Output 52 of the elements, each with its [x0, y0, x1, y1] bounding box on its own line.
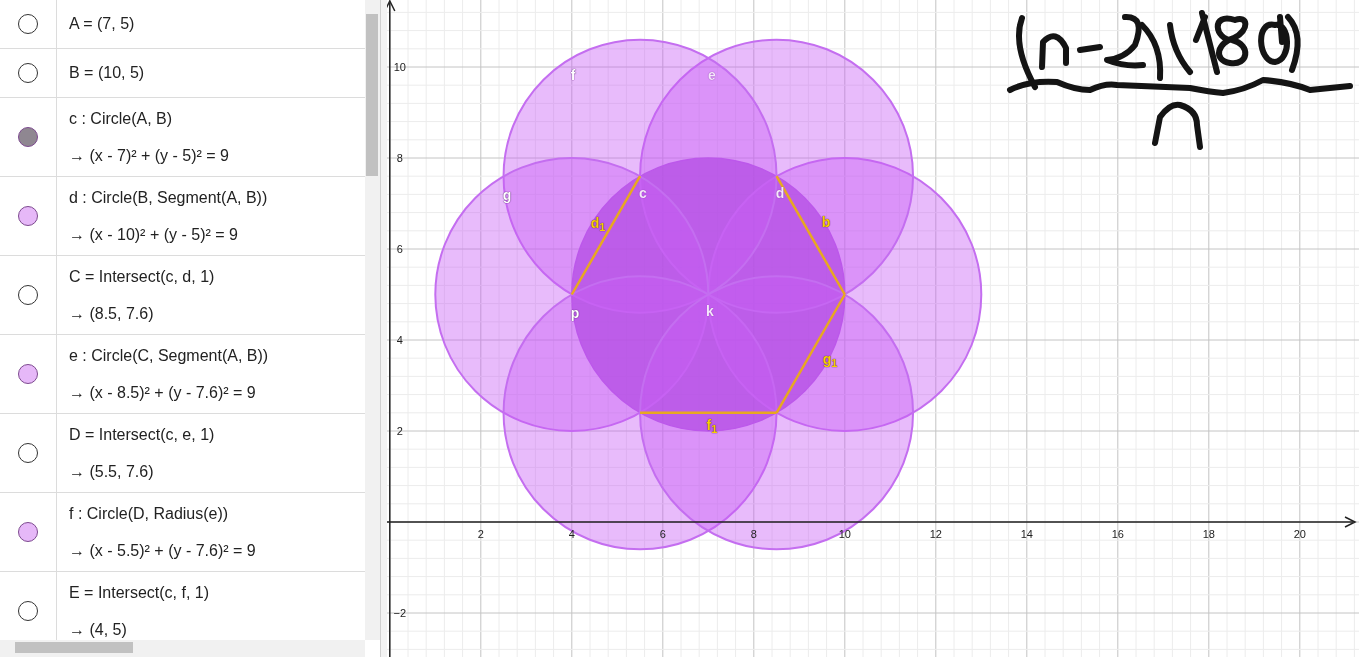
object-value: → (x - 8.5)² + (y - 7.6)² = 9 — [69, 383, 257, 402]
object-label[interactable]: g — [502, 187, 512, 203]
tick-label: 16 — [1111, 528, 1124, 540]
tick-label: 6 — [659, 528, 666, 540]
tick-label: 4 — [568, 528, 575, 540]
object-definition[interactable]: c : Circle(A, B) — [69, 109, 229, 128]
tick-label: 8 — [750, 528, 757, 540]
object-value: → (5.5, 7.6) — [69, 462, 155, 481]
tick-label: 6 — [396, 243, 403, 255]
object-value: → (4, 5) — [69, 620, 128, 639]
object-label[interactable]: d$_{1}$ — [590, 215, 606, 233]
visibility-toggle[interactable] — [18, 206, 38, 226]
tick-label: 10 — [393, 61, 406, 73]
tick-label: 4 — [396, 334, 403, 346]
object-definition[interactable]: D = Intersect(c, e, 1) — [69, 425, 215, 444]
horizontal-scrollbar[interactable] — [0, 640, 365, 657]
object-definition[interactable]: B = (10, 5) — [69, 64, 145, 82]
visibility-toggle[interactable] — [18, 443, 38, 463]
visibility-toggle[interactable] — [18, 285, 38, 305]
object-value: → (8.5, 7.6) — [69, 304, 155, 323]
object-definition[interactable]: e : Circle(C, Segment(A, B)) — [69, 346, 269, 365]
object-label[interactable]: f$_{1}$ — [706, 417, 718, 435]
tick-label: 8 — [396, 152, 403, 164]
object-definition[interactable]: f : Circle(D, Radius(e)) — [69, 504, 256, 523]
visibility-toggle[interactable] — [18, 364, 38, 384]
object-value: → (x - 7)² + (y - 5)² = 9 — [69, 146, 229, 165]
object-definition[interactable]: d : Circle(B, Segment(A, B)) — [69, 188, 268, 207]
tick-label: −2 — [393, 607, 407, 619]
object-label[interactable]: k — [706, 303, 714, 319]
visibility-toggle[interactable] — [18, 127, 38, 147]
object-label[interactable]: e — [708, 67, 716, 83]
object-label[interactable]: g$_{1}$ — [822, 351, 838, 369]
visibility-toggle[interactable] — [18, 601, 38, 621]
object-label[interactable]: c — [639, 185, 647, 201]
object-value: → (x - 5.5)² + (y - 7.6)² = 9 — [69, 541, 256, 560]
vertical-scrollbar[interactable] — [365, 0, 380, 640]
visibility-toggle[interactable] — [18, 63, 38, 83]
object-definition[interactable]: C = Intersect(c, d, 1) — [69, 267, 215, 286]
tick-label: 10 — [838, 528, 851, 540]
object-label[interactable]: p — [570, 305, 580, 321]
tick-label: 14 — [1020, 528, 1033, 540]
tick-label: 2 — [477, 528, 484, 540]
visibility-toggle[interactable] — [18, 522, 38, 542]
object-definition[interactable]: A = (7, 5) — [69, 15, 135, 33]
tick-label: 20 — [1293, 528, 1306, 540]
object-value: → (x - 10)² + (y - 5)² = 9 — [69, 225, 239, 244]
tick-label: 2 — [396, 425, 403, 437]
visibility-toggle[interactable] — [18, 14, 38, 34]
object-definition[interactable]: E = Intersect(c, f, 1) — [69, 583, 210, 602]
tick-label: 12 — [929, 528, 942, 540]
object-label[interactable]: d — [775, 185, 785, 201]
tick-label: 18 — [1202, 528, 1215, 540]
